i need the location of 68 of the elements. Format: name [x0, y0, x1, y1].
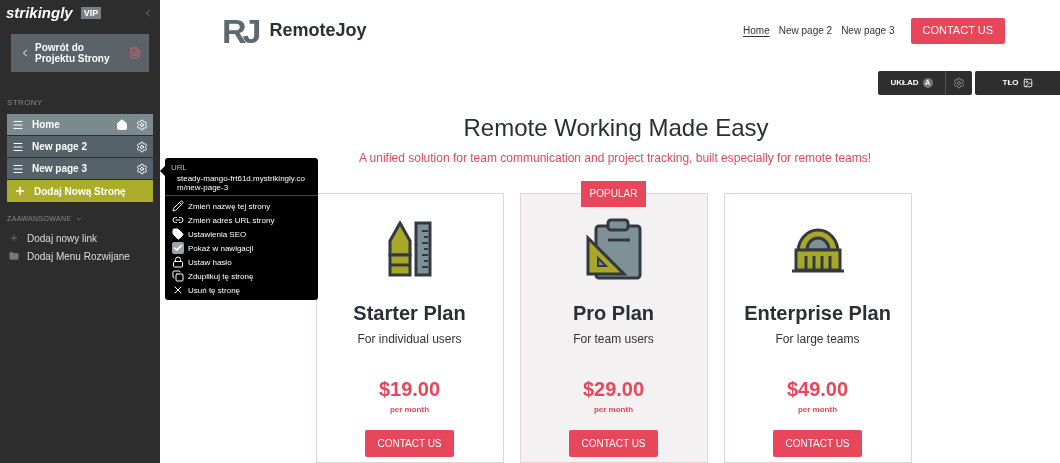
contact-button[interactable]: CONTACT US — [773, 430, 862, 457]
contact-button[interactable]: CONTACT US — [569, 430, 658, 457]
page-item[interactable]: New page 3 — [7, 158, 153, 179]
plus-icon — [14, 185, 26, 197]
page-item[interactable]: Home — [7, 114, 153, 135]
plan-name: Enterprise Plan — [744, 301, 891, 326]
link-icon — [172, 214, 184, 226]
contact-button[interactable]: CONTACT US — [910, 17, 1005, 44]
plus-icon — [9, 233, 19, 243]
popular-badge: POPULAR — [580, 181, 647, 207]
background-button[interactable]: TŁO — [975, 71, 1060, 95]
plan-audience: For individual users — [357, 331, 462, 348]
vip-badge: VIP — [80, 6, 102, 19]
close-icon — [172, 284, 184, 296]
plan-price: $29.00 — [582, 377, 645, 402]
copy-icon — [172, 270, 184, 282]
menu-item[interactable]: Zmień adres URL strony — [172, 214, 311, 226]
back-button[interactable]: Powrót do Projektu Strony — [11, 34, 149, 72]
drag-handle-icon[interactable] — [12, 118, 24, 131]
drag-handle-icon[interactable] — [12, 140, 24, 153]
settings-icon[interactable] — [136, 162, 148, 175]
pen-and-ruler-icon — [387, 221, 432, 277]
menu-item[interactable]: Zmień nazwę tej strony — [172, 200, 311, 212]
plan-period: per month — [389, 404, 430, 416]
brand-logo: strikingly — [6, 5, 73, 20]
plan-audience: For team users — [573, 331, 654, 348]
advanced-item[interactable]: Dodaj nowy link — [9, 230, 151, 246]
page-name: New page 3 — [32, 162, 89, 176]
page-url: steady-mango-frt61d.mystrikingly.com/new-page-3 — [176, 174, 306, 192]
plan-name: Starter Plan — [353, 301, 466, 326]
url-label: URL — [171, 162, 188, 174]
menu-item[interactable]: Ustawienia SEO — [172, 228, 311, 240]
settings-icon — [953, 77, 965, 90]
nav-link[interactable]: New page 2 — [778, 23, 833, 39]
plan-period: per month — [593, 404, 634, 416]
settings-icon[interactable] — [136, 140, 148, 153]
plan-price: $19.00 — [378, 377, 441, 402]
section-title: STRONY — [6, 97, 44, 109]
lock-icon — [172, 256, 184, 268]
menu-item[interactable]: Ustaw hasło — [172, 256, 311, 268]
advanced-item[interactable]: Dodaj Menu Rozwijane — [9, 248, 151, 264]
clipboard-icon — [585, 218, 642, 280]
document-icon — [129, 47, 141, 59]
site-name: RemoteJoy — [269, 19, 367, 43]
plan-audience: For large teams — [775, 331, 860, 348]
pencil-icon — [172, 200, 184, 212]
menu-item[interactable]: Zduplikuj tę stronę — [172, 270, 311, 282]
page-subtitle: A unified solution for team communication and project tracking, built especially for remote teams! — [357, 150, 872, 167]
drag-handle-icon[interactable] — [12, 162, 24, 175]
nav-link[interactable]: Home — [743, 23, 770, 39]
plan-price: $49.00 — [786, 377, 849, 402]
settings-button[interactable] — [945, 71, 972, 95]
page-name: Home — [32, 118, 61, 132]
page-title: Remote Working Made Easy — [462, 113, 770, 143]
page-name: New page 2 — [32, 140, 89, 154]
nav-link[interactable]: New page 3 — [841, 23, 895, 39]
plan-name: Pro Plan — [572, 301, 655, 326]
page-item[interactable]: New page 2 — [7, 136, 153, 157]
image-icon — [1022, 78, 1033, 89]
folder-icon — [9, 251, 19, 261]
settings-icon[interactable] — [136, 118, 148, 131]
menu-item[interactable]: Usuń tę stronę — [172, 284, 311, 296]
menu-item[interactable]: Pokaż w nawigacji — [172, 242, 311, 254]
logo-mark: RJ — [222, 13, 258, 48]
tag-icon — [172, 228, 184, 240]
checkbox[interactable] — [172, 242, 184, 254]
contact-button[interactable]: CONTACT US — [365, 430, 454, 457]
plan-period: per month — [797, 404, 838, 416]
